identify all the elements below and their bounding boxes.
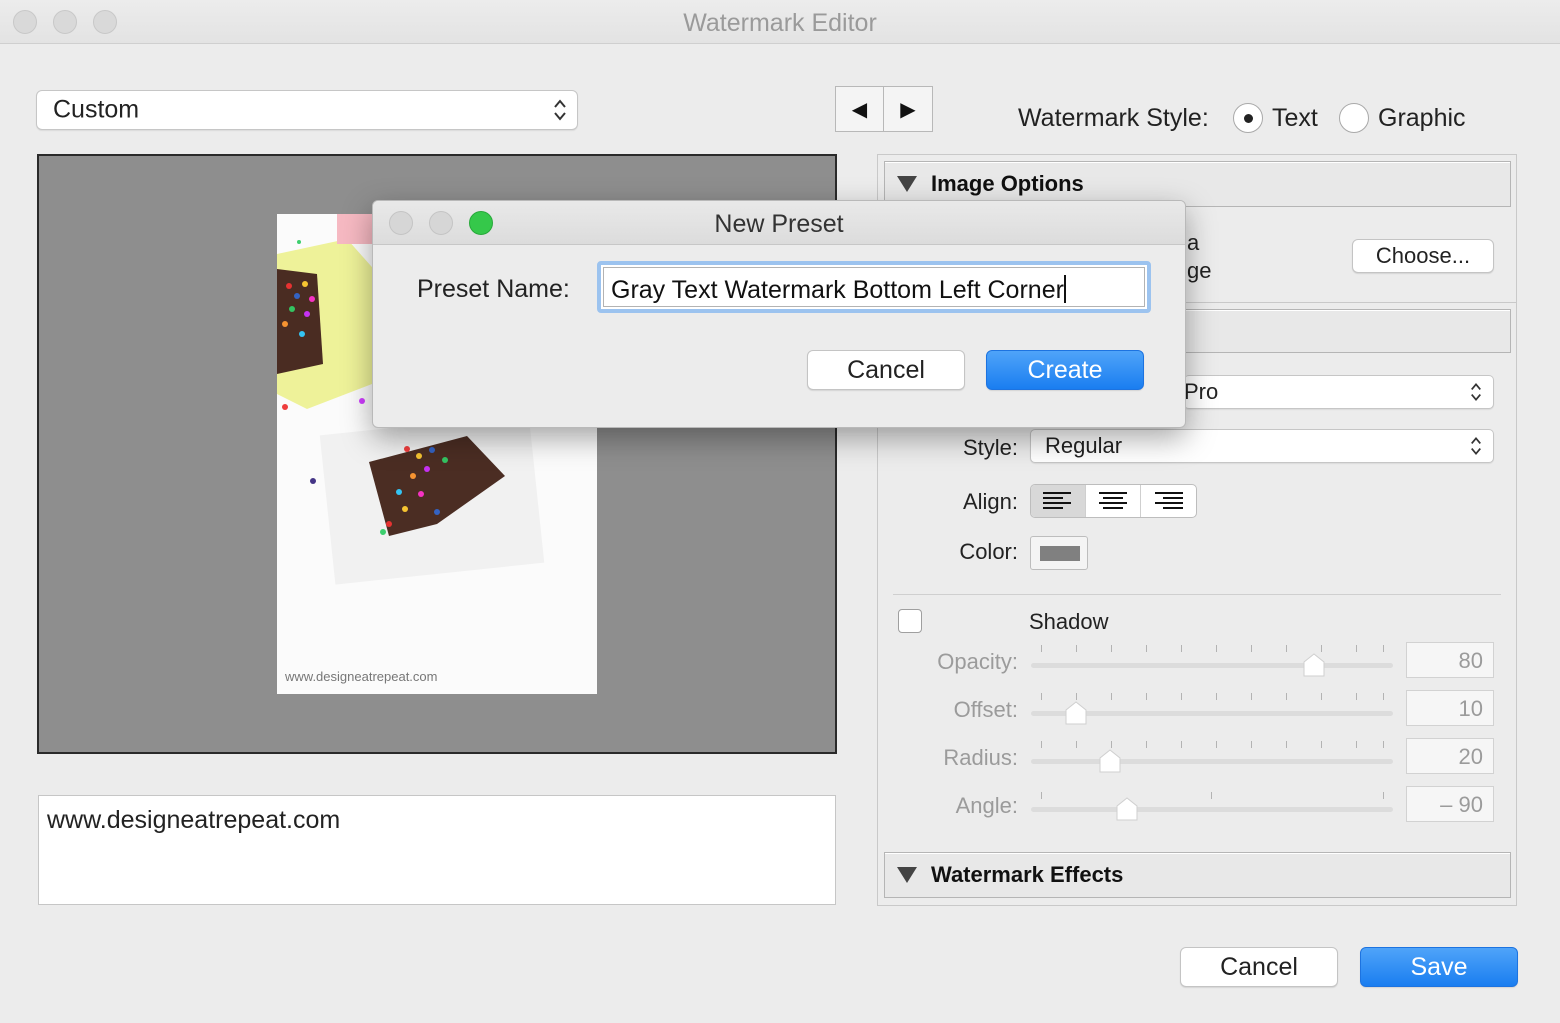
watermark-text-value: www.designeatrepeat.com [47,806,341,834]
style-text-radio[interactable] [1233,103,1263,133]
watermark-text-input[interactable]: www.designeatrepeat.com [38,795,836,905]
offset-slider[interactable] [1031,693,1393,727]
image-options-title: Image Options [931,171,1084,196]
opacity-label: Opacity: [937,649,1018,674]
watermark-style-label: Watermark Style: [1018,104,1209,132]
align-left-icon [1043,492,1071,509]
updown-chevron-icon [554,99,566,121]
preset-select-value: Custom [53,95,140,124]
image-options-partial-1: a [1187,230,1200,255]
disclosure-triangle-icon [897,867,917,883]
window-title: Watermark Editor [683,9,877,37]
preview-nav: ◀ ▶ [835,86,933,132]
updown-chevron-icon [1471,382,1481,402]
slider-thumb-icon[interactable] [1116,797,1138,821]
text-options-header[interactable] [1184,309,1511,353]
color-swatch[interactable] [1030,536,1088,570]
offset-value-field[interactable]: 10 [1406,690,1494,726]
align-right-button[interactable] [1141,485,1196,517]
slider-thumb-icon[interactable] [1303,653,1325,677]
slider-thumb-icon[interactable] [1099,749,1121,773]
angle-slider[interactable] [1031,789,1393,823]
preset-name-input[interactable]: Gray Text Watermark Bottom Left Corner [597,261,1151,313]
next-image-button[interactable]: ▶ [884,87,932,131]
watermark-effects-header[interactable]: Watermark Effects [884,852,1511,898]
left-arrow-icon: ◀ [851,98,868,121]
shadow-checkbox[interactable] [898,609,922,633]
align-right-icon [1155,492,1183,509]
right-arrow-icon: ▶ [900,98,916,121]
font-select[interactable]: Pro [1184,375,1494,409]
text-caret [1063,275,1066,303]
dialog-cancel-button[interactable]: Cancel [807,350,965,390]
opacity-slider[interactable] [1031,645,1393,679]
radius-value-field[interactable]: 20 [1406,738,1494,774]
font-select-value: Pro [1184,379,1219,404]
align-segmented-control [1030,484,1197,518]
save-button[interactable]: Save [1360,947,1518,987]
image-options-partial-2: ge [1187,258,1212,283]
offset-label: Offset: [953,697,1018,722]
dialog-create-button[interactable]: Create [986,350,1144,390]
slider-thumb-icon[interactable] [1065,701,1087,725]
watermark-effects-title: Watermark Effects [931,862,1124,887]
style-graphic-label[interactable]: Graphic [1378,104,1466,133]
disclosure-triangle-icon [897,176,917,192]
align-left-button[interactable] [1031,485,1086,517]
dialog-title-bar: New Preset [373,201,1185,245]
angle-label: Angle: [955,793,1018,818]
updown-chevron-icon [1471,436,1481,456]
font-style-select[interactable]: Regular [1030,429,1494,463]
style-label: Style: [962,435,1018,460]
title-bar: Watermark Editor [0,0,1560,44]
color-label: Color: [959,539,1018,564]
align-label: Align: [962,489,1018,514]
color-swatch-fill [1040,546,1080,561]
style-graphic-radio[interactable] [1339,103,1369,133]
align-center-icon [1099,492,1127,509]
choose-image-button[interactable]: Choose... [1352,239,1494,273]
font-style-value: Regular [1045,433,1123,458]
photo-watermark-text: www.designeatrepeat.com [285,669,438,684]
style-text-label[interactable]: Text [1272,104,1318,133]
shadow-divider [893,594,1501,595]
new-preset-dialog: New Preset Preset Name: Gray Text Waterm… [372,200,1186,428]
dialog-title: New Preset [714,210,844,238]
cancel-button[interactable]: Cancel [1180,947,1338,987]
opacity-value-field[interactable]: 80 [1406,642,1494,678]
radius-slider[interactable] [1031,741,1393,775]
previous-image-button[interactable]: ◀ [836,87,884,131]
radius-label: Radius: [943,745,1018,770]
preset-name-label: Preset Name: [417,275,570,303]
shadow-label: Shadow [1029,609,1109,634]
preset-select[interactable]: Custom [36,90,578,130]
preset-name-value: Gray Text Watermark Bottom Left Corner [611,276,1064,304]
angle-value-field[interactable]: – 90 [1406,786,1494,822]
align-center-button[interactable] [1086,485,1141,517]
